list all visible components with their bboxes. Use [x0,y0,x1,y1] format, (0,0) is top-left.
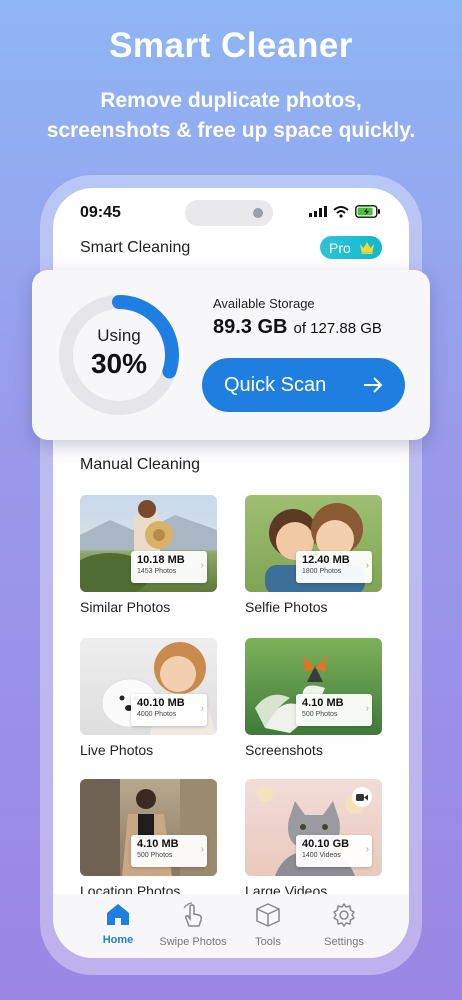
tile-size: 40.10 GB [302,838,350,850]
box-icon [256,903,280,927]
pro-button[interactable]: Pro [320,236,382,259]
tab-label: Settings [324,936,364,948]
using-percent: 30% [90,348,148,379]
tile-size: 12.40 MB [302,554,350,566]
available-storage-value: 89.3 GB of 127.88 GB [213,316,382,339]
storage-usage-ring: Using 30% [56,292,182,418]
wifi-icon [333,205,349,218]
chevron-right-icon: › [365,560,369,571]
tile-label-screenshots: Screenshots [245,742,323,758]
tile-label-live-photos: Live Photos [80,742,154,758]
crown-icon [359,242,374,254]
signal-icon [309,206,327,217]
hero-title: Smart Cleaner [109,26,353,65]
battery-icon [355,205,380,218]
tile-info: 10.18 MB 1453 Photos › [131,551,207,583]
tile-location-photos[interactable]: 4.10 MB 500 Photos › [80,779,217,876]
available-total: of 127.88 GB [293,320,382,337]
tile-count: 500 Photos [302,711,338,718]
tab-label: Tools [255,936,281,948]
tile-count: 1453 Photos [137,568,177,575]
tile-screenshots[interactable]: 4.10 MB 500 Photos › [245,638,382,735]
chevron-right-icon: › [200,703,204,714]
tab-swipe-photos[interactable]: Swipe Photos [153,902,233,948]
pro-label: Pro [329,239,351,256]
tile-info: 40.10 MB 4000 Photos › [131,694,207,726]
chevron-right-icon: › [365,844,369,855]
hero-subtitle: Remove duplicate photos, screenshots & f… [0,86,462,146]
using-label: Using [97,326,141,345]
hero-subtitle-line-1: Remove duplicate photos, [100,89,362,112]
status-icons [309,205,381,218]
tab-settings[interactable]: Settings [304,902,384,948]
tab-label: Home [102,934,134,946]
tab-home[interactable]: Home [78,902,158,946]
manual-cleaning-title: Manual Cleaning [80,456,201,473]
home-icon [107,904,129,925]
available-value: 89.3 GB [213,316,288,338]
tile-label-similar-photos: Similar Photos [80,599,171,615]
video-camera-glyph [356,793,368,801]
chevron-right-icon: › [200,560,204,571]
tile-size: 10.18 MB [137,554,185,566]
tile-size: 4.10 MB [137,838,179,850]
tile-count: 4000 Photos [137,711,177,718]
available-storage-label: Available Storage [213,296,315,311]
camera-icon [253,208,263,218]
tile-similar-photos[interactable]: 10.18 MB 1453 Photos › [80,495,217,592]
tab-label: Swipe Photos [159,936,227,948]
tile-live-photos[interactable]: 40.10 MB 4000 Photos › [80,638,217,735]
quick-scan-button[interactable]: Quick Scan [202,358,405,412]
tile-count: 1400 Videos [302,852,341,859]
tile-info: 4.10 MB 500 Photos › [131,835,207,867]
tile-size: 40.10 MB [137,697,185,709]
tile-size: 4.10 MB [302,697,344,709]
tile-count: 500 Photos [137,852,173,859]
video-camera-icon [352,787,372,807]
arrow-right-icon [364,377,383,393]
tab-tools[interactable]: Tools [228,902,308,948]
swipe-hand-icon [183,902,202,927]
hero-subtitle-line-2: screenshots & free up space quickly. [46,119,416,142]
app-title: Smart Cleaning [80,239,191,256]
tile-count: 1800 Photos [302,568,342,575]
tile-info: 40.10 GB 1400 Videos › [296,835,372,867]
tile-info: 4.10 MB 500 Photos › [296,694,372,726]
tile-info: 12.40 MB 1800 Photos › [296,551,372,583]
chevron-right-icon: › [365,703,369,714]
tile-selfie-photos[interactable]: 12.40 MB 1800 Photos › [245,495,382,592]
dynamic-island [185,200,273,226]
gear-icon [333,903,355,927]
storage-card: Using 30% Available Storage 89.3 GB of 1… [32,270,430,440]
quick-scan-label: Quick Scan [224,373,327,396]
chevron-right-icon: › [200,844,204,855]
tab-bar: Home Swipe Photos Tools Settings [53,894,409,958]
status-time: 09:45 [80,204,121,221]
tile-large-videos[interactable]: 40.10 GB 1400 Videos › [245,779,382,876]
tile-label-selfie-photos: Selfie Photos [245,599,328,615]
